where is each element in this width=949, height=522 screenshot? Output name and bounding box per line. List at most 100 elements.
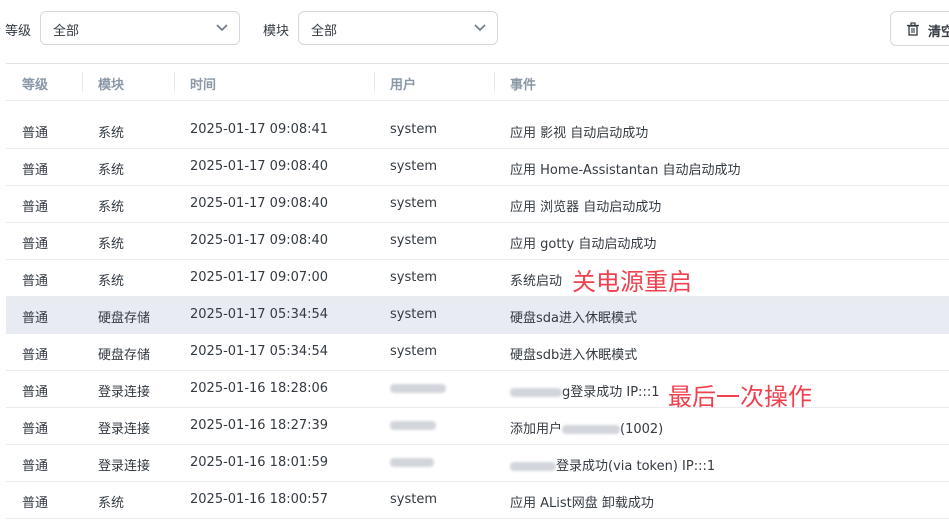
cell-event: 应用 浏览器 自动启动成功 — [510, 200, 662, 215]
cell-module: 系统 — [98, 496, 125, 511]
table-row[interactable]: 普通 登录连接 2025-01-16 18:27:39 添加用户 (1002) — [6, 408, 949, 445]
redacted-username — [390, 458, 434, 467]
cell-level: 普通 — [22, 459, 49, 474]
cell-time: 2025-01-17 09:08:40 — [190, 196, 329, 211]
cell-level: 普通 — [22, 274, 49, 289]
cell-user: system — [390, 307, 437, 322]
column-header-event[interactable]: 事件 — [510, 74, 536, 93]
cell-event: 添加用户 (1002) — [510, 418, 663, 437]
cell-module: 登录连接 — [98, 385, 151, 400]
cell-level: 普通 — [22, 422, 49, 437]
clear-button[interactable]: 清空 — [890, 11, 949, 46]
cell-event: 硬盘sdb进入休眠模式 — [510, 348, 638, 363]
table-row[interactable]: 普通 硬盘存储 2025-01-17 05:34:54 system 硬盘sdb… — [6, 334, 949, 371]
cell-user-redacted — [390, 381, 446, 396]
redacted-username — [510, 388, 562, 397]
cell-module: 系统 — [98, 200, 125, 215]
chevron-down-icon — [216, 24, 228, 32]
cell-user: system — [390, 233, 437, 248]
column-divider — [494, 72, 495, 92]
cell-module: 系统 — [98, 237, 125, 252]
cell-level: 普通 — [22, 496, 49, 511]
cell-module: 系统 — [98, 274, 125, 289]
cell-module: 登录连接 — [98, 459, 151, 474]
column-header-time[interactable]: 时间 — [190, 74, 216, 93]
event-text: (1002) — [620, 422, 664, 437]
module-select[interactable]: 全部 — [298, 11, 498, 45]
cell-level: 普通 — [22, 311, 49, 326]
redacted-username — [510, 462, 556, 471]
annotation-reboot: 关电源重启 — [572, 268, 692, 296]
table-row[interactable]: 普通 系统 2025-01-16 18:00:57 system 应用 ALis… — [6, 482, 949, 519]
level-filter-label: 等级 — [5, 24, 32, 39]
table-row[interactable]: 普通 登录连接 2025-01-16 18:01:59 登录成功(via tok… — [6, 445, 949, 482]
log-table-body: 普通 系统 2025-01-17 09:08:41 system 应用 影视 自… — [6, 112, 949, 519]
cell-event: 应用 影视 自动启动成功 — [510, 126, 649, 141]
cell-event: 应用 gotty 自动启动成功 — [510, 237, 657, 252]
event-prefix: 添加用户 — [510, 422, 563, 437]
cell-user-redacted — [390, 455, 434, 470]
level-select-value: 全部 — [53, 24, 80, 39]
column-header-module[interactable]: 模块 — [98, 74, 124, 93]
event-text: 登录成功(via token) IP:::1 — [556, 459, 716, 474]
column-divider — [82, 72, 83, 92]
table-row[interactable]: 普通 系统 2025-01-17 09:08:40 system 应用 Home… — [6, 149, 949, 186]
cell-time: 2025-01-17 05:34:54 — [190, 307, 329, 322]
redacted-username — [390, 384, 446, 393]
cell-module: 登录连接 — [98, 422, 151, 437]
table-row[interactable]: 普通 系统 2025-01-17 09:08:40 system 应用 gott… — [6, 223, 949, 260]
cell-event: 登录成功(via token) IP:::1 — [510, 455, 715, 474]
column-divider — [174, 72, 175, 92]
module-filter-label: 模块 — [263, 24, 290, 39]
cell-event: g登录成功 IP:::1 — [510, 381, 659, 400]
table-header: 等级 模块 时间 用户 事件 — [6, 64, 949, 100]
trash-icon — [907, 22, 919, 36]
cell-level: 普通 — [22, 237, 49, 252]
column-header-level[interactable]: 等级 — [22, 74, 48, 93]
redacted-username — [390, 421, 436, 430]
cell-user: system — [390, 196, 437, 211]
cell-module: 系统 — [98, 163, 125, 178]
annotation-last-operation: 最后一次操作 — [668, 383, 812, 411]
cell-user: system — [390, 159, 437, 174]
clear-button-label: 清空 — [928, 25, 949, 40]
cell-event: 硬盘sda进入休眠模式 — [510, 311, 637, 326]
cell-user: system — [390, 492, 437, 507]
level-select[interactable]: 全部 — [40, 11, 240, 45]
cell-module: 硬盘存储 — [98, 311, 151, 326]
cell-time: 2025-01-17 09:08:40 — [190, 233, 329, 248]
table-row[interactable]: 普通 系统 2025-01-17 09:08:40 system 应用 浏览器 … — [6, 186, 949, 223]
table-row[interactable]: 普通 系统 2025-01-17 09:07:00 system 系统启动 — [6, 260, 949, 297]
cell-module: 系统 — [98, 126, 125, 141]
cell-user: system — [390, 270, 437, 285]
cell-user-redacted — [390, 418, 436, 433]
cell-time: 2025-01-16 18:27:39 — [190, 418, 329, 433]
cell-event: 应用 AList网盘 卸载成功 — [510, 496, 654, 511]
filter-bar: 等级 全部 模块 全部 清空 — [0, 0, 949, 60]
chevron-down-icon — [474, 24, 486, 32]
redacted-username — [562, 425, 621, 434]
cell-time: 2025-01-16 18:01:59 — [190, 455, 329, 470]
cell-event: 系统启动 — [510, 274, 563, 289]
cell-level: 普通 — [22, 163, 49, 178]
cell-time: 2025-01-17 09:07:00 — [190, 270, 329, 285]
column-divider — [374, 72, 375, 92]
table-row[interactable]: 普通 系统 2025-01-17 09:08:41 system 应用 影视 自… — [6, 112, 949, 149]
event-text: g登录成功 IP:::1 — [562, 385, 660, 400]
cell-level: 普通 — [22, 126, 49, 141]
cell-time: 2025-01-17 09:08:40 — [190, 159, 329, 174]
cell-level: 普通 — [22, 200, 49, 215]
divider — [6, 100, 949, 101]
cell-level: 普通 — [22, 385, 49, 400]
cell-user: system — [390, 344, 437, 359]
cell-module: 硬盘存储 — [98, 348, 151, 363]
cell-time: 2025-01-16 18:00:57 — [190, 492, 329, 507]
module-select-value: 全部 — [311, 24, 338, 39]
cell-event: 应用 Home-Assistantan 自动启动成功 — [510, 163, 741, 178]
cell-time: 2025-01-17 05:34:54 — [190, 344, 329, 359]
cell-time: 2025-01-16 18:28:06 — [190, 381, 329, 396]
table-row-highlighted[interactable]: 普通 硬盘存储 2025-01-17 05:34:54 system 硬盘sda… — [6, 297, 949, 334]
cell-time: 2025-01-17 09:08:41 — [190, 122, 329, 137]
cell-user: system — [390, 122, 437, 137]
column-header-user[interactable]: 用户 — [390, 74, 416, 93]
